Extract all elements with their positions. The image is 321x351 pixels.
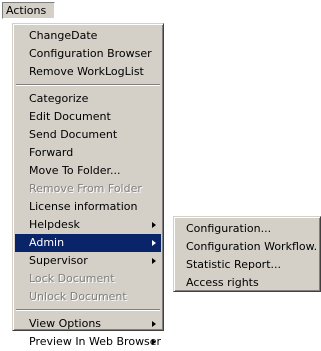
submenu-item-configuration-workflow[interactable]: Configuration Workflow... [176, 238, 318, 256]
submenu-arrow-icon [152, 258, 156, 264]
menu-item-configuration-browser[interactable]: Configuration Browser [15, 45, 161, 63]
admin-submenu: Configuration... Configuration Workflow.… [173, 216, 321, 292]
actions-dropdown-menu: ChangeDate Configuration Browser Remove … [12, 23, 164, 348]
menu-item-categorize[interactable]: Categorize [15, 90, 161, 108]
submenu-arrow-icon [152, 240, 156, 246]
menu-item-unlock-document: Unlock Document [29, 290, 127, 303]
menu-item-preview-in-web-browser[interactable]: Preview In Web Browser [15, 333, 161, 351]
menu-item-supervisor[interactable]: Supervisor [15, 252, 161, 270]
submenu-arrow-icon [152, 321, 156, 327]
menu-item-helpdesk[interactable]: Helpdesk [15, 216, 161, 234]
menu-item-remove-workloglist[interactable]: Remove WorkLogList [15, 63, 161, 81]
menu-item-supervisor-label: Supervisor [29, 254, 88, 267]
actions-menu-button[interactable]: Actions [2, 2, 55, 19]
menu-item-changedate[interactable]: ChangeDate [15, 27, 161, 45]
menu-item-send-document[interactable]: Send Document [15, 126, 161, 144]
submenu-arrow-icon [152, 339, 156, 345]
menu-item-move-to-folder[interactable]: Move To Folder... [15, 162, 161, 180]
menu-separator [15, 81, 161, 90]
menu-item-remove-from-folder: Remove From Folder [29, 182, 142, 195]
menu-item-license-information[interactable]: License information [15, 198, 161, 216]
menu-item-preview-label: Preview In Web Browser [29, 335, 161, 348]
menu-item-admin-label: Admin [29, 236, 65, 249]
menu-separator [15, 306, 161, 315]
submenu-item-configuration[interactable]: Configuration... [176, 220, 318, 238]
menu-item-lock-document: Lock Document [29, 272, 115, 285]
submenu-item-statistic-report[interactable]: Statistic Report... [176, 256, 318, 274]
menu-item-forward[interactable]: Forward [15, 144, 161, 162]
menu-item-admin[interactable]: Admin [15, 234, 161, 252]
submenu-item-access-rights[interactable]: Access rights [176, 274, 318, 292]
menu-item-view-options[interactable]: View Options [15, 315, 161, 333]
menu-item-edit-document[interactable]: Edit Document [15, 108, 161, 126]
menu-item-helpdesk-label: Helpdesk [29, 218, 80, 231]
menu-item-view-options-label: View Options [29, 317, 102, 330]
submenu-arrow-icon [152, 222, 156, 228]
